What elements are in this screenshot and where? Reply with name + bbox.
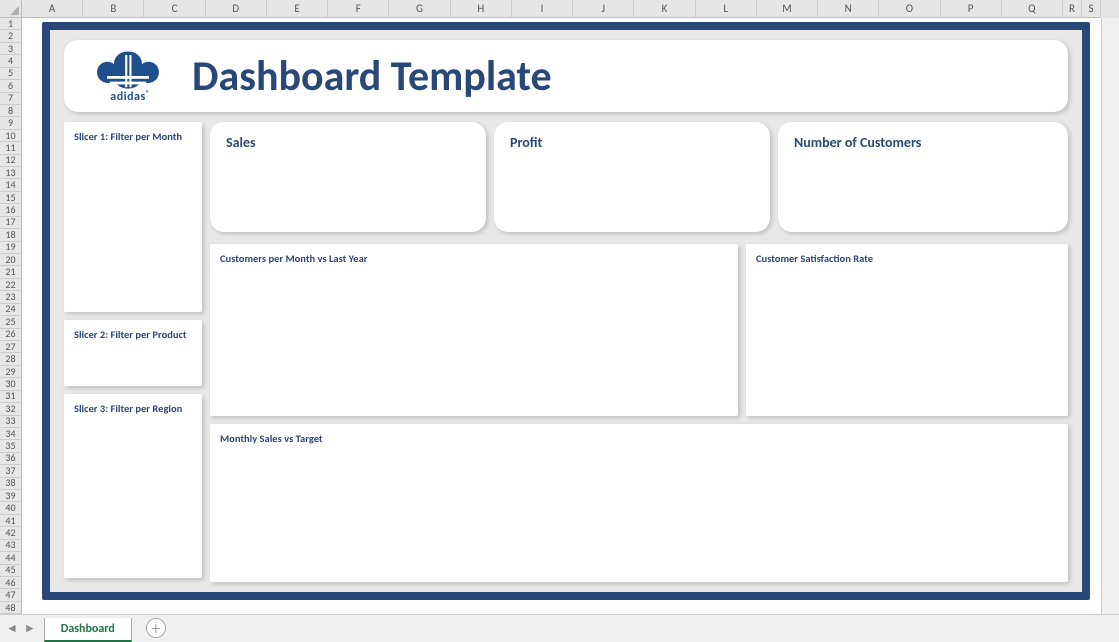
slicer-region[interactable]: Slicer 3: Filter per Region bbox=[64, 394, 202, 578]
row-header[interactable]: 40 bbox=[0, 502, 21, 514]
sheet-tab-dashboard[interactable]: Dashboard bbox=[44, 618, 132, 642]
row-header[interactable]: 28 bbox=[0, 353, 21, 365]
slicer-product-label: Slicer 2: Filter per Product bbox=[74, 328, 187, 341]
col-header[interactable]: R bbox=[1063, 0, 1082, 17]
kpi-sales-label: Sales bbox=[226, 134, 256, 151]
col-header[interactable]: D bbox=[206, 0, 267, 17]
kpi-customers-label: Number of Customers bbox=[794, 134, 921, 151]
kpi-customers: Number of Customers bbox=[778, 122, 1068, 232]
col-header[interactable]: C bbox=[144, 0, 205, 17]
slicer-product[interactable]: Slicer 2: Filter per Product bbox=[64, 320, 202, 386]
tab-nav-prev-icon[interactable]: ◄ bbox=[6, 621, 18, 636]
slicer-month[interactable]: Slicer 1: Filter per Month bbox=[64, 122, 202, 312]
col-header[interactable]: M bbox=[757, 0, 818, 17]
chart-satisfaction: Customer Satisfaction Rate bbox=[746, 244, 1068, 416]
chart-satisfaction-label: Customer Satisfaction Rate bbox=[756, 252, 873, 265]
col-header[interactable]: L bbox=[696, 0, 757, 17]
select-all-corner[interactable] bbox=[0, 0, 22, 18]
col-header[interactable]: E bbox=[267, 0, 328, 17]
row-header[interactable]: 48 bbox=[0, 602, 21, 614]
col-header[interactable]: G bbox=[389, 0, 450, 17]
col-header[interactable]: I bbox=[512, 0, 573, 17]
slicer-region-label: Slicer 3: Filter per Region bbox=[74, 402, 182, 415]
col-header[interactable]: S bbox=[1082, 0, 1101, 17]
kpi-profit: Profit bbox=[494, 122, 770, 232]
col-header[interactable]: K bbox=[634, 0, 695, 17]
registered-icon: ® bbox=[146, 88, 150, 97]
chart-customers-label: Customers per Month vs Last Year bbox=[220, 252, 368, 265]
row-header[interactable]: 47 bbox=[0, 589, 21, 601]
row-header[interactable]: 9 bbox=[0, 117, 21, 129]
col-header[interactable]: O bbox=[879, 0, 940, 17]
col-header[interactable]: J bbox=[573, 0, 634, 17]
kpi-sales: Sales bbox=[210, 122, 486, 232]
column-headers: A B C D E F G H I J K L M N O P Q R S bbox=[22, 0, 1101, 18]
col-header[interactable]: F bbox=[328, 0, 389, 17]
vertical-scrollbar[interactable] bbox=[1101, 18, 1119, 614]
sheet-tab-bar: ◄ ► Dashboard ＋ bbox=[0, 614, 1119, 642]
kpi-profit-label: Profit bbox=[510, 134, 542, 151]
dashboard-frame: adidas® Dashboard Template Slicer 1: Fil… bbox=[42, 22, 1090, 600]
col-header[interactable]: B bbox=[83, 0, 144, 17]
col-header[interactable]: P bbox=[941, 0, 1002, 17]
col-header[interactable]: A bbox=[22, 0, 83, 17]
col-header[interactable]: N bbox=[818, 0, 879, 17]
page-title: Dashboard Template bbox=[192, 51, 552, 102]
col-header[interactable]: Q bbox=[1002, 0, 1063, 17]
dashboard-body: adidas® Dashboard Template Slicer 1: Fil… bbox=[50, 30, 1082, 592]
chart-sales-target-label: Monthly Sales vs Target bbox=[220, 432, 323, 445]
plus-icon: ＋ bbox=[150, 620, 162, 637]
slicer-month-label: Slicer 1: Filter per Month bbox=[74, 130, 182, 143]
chart-sales-vs-target: Monthly Sales vs Target bbox=[210, 424, 1068, 582]
brand-logo: adidas® bbox=[78, 48, 178, 104]
brand-text: adidas bbox=[110, 90, 145, 104]
trefoil-icon bbox=[93, 48, 163, 90]
col-header[interactable]: H bbox=[451, 0, 512, 17]
row-header[interactable]: 21 bbox=[0, 266, 21, 278]
row-header[interactable]: 2 bbox=[0, 30, 21, 42]
chart-customers-vs-lastyear: Customers per Month vs Last Year bbox=[210, 244, 738, 416]
tab-nav-next-icon[interactable]: ► bbox=[24, 621, 36, 636]
header-banner: adidas® Dashboard Template bbox=[64, 40, 1068, 112]
new-sheet-button[interactable]: ＋ bbox=[146, 618, 166, 638]
row-headers: 1 2 3 4 5 6 7 8 9 10 11 12 13 14 15 16 1… bbox=[0, 18, 22, 614]
